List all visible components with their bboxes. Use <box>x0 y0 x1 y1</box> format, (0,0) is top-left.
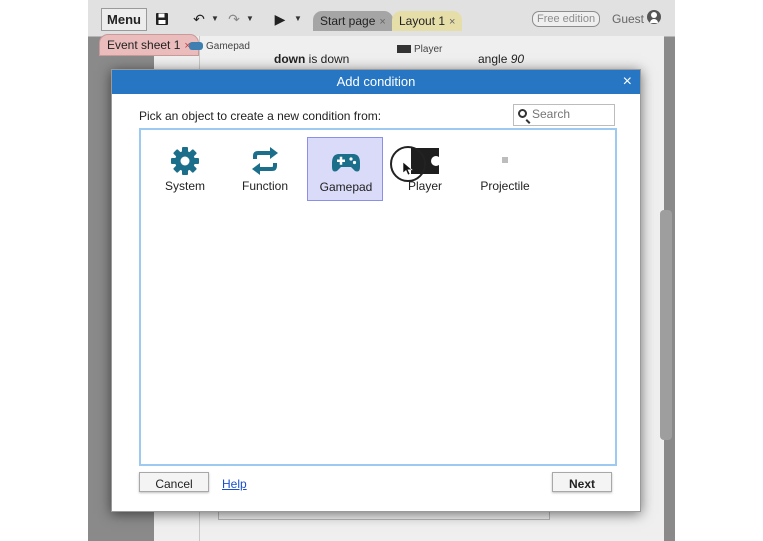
object-label: Player <box>407 179 442 193</box>
tab-label: Event sheet 1 <box>107 38 181 52</box>
cancel-button[interactable]: Cancel <box>139 472 209 492</box>
condition-key: down <box>274 52 306 66</box>
object-list: System Function Gamepad Player Projectil… <box>139 128 617 466</box>
object-label: Function <box>241 179 289 193</box>
background-gamepad-chip: Gamepad <box>189 41 250 52</box>
search-input[interactable] <box>531 106 611 122</box>
edition-badge[interactable]: Free edition <box>532 11 601 27</box>
close-icon[interactable]: × <box>379 16 385 28</box>
redo-icon[interactable]: ↷ <box>225 9 243 29</box>
undo-dropdown-icon[interactable]: ▼ <box>211 9 219 29</box>
object-label: System <box>164 179 205 193</box>
dialog-title: Add condition <box>336 74 416 89</box>
menu-button[interactable]: Menu <box>101 8 147 31</box>
user-account-icon[interactable] <box>647 10 661 24</box>
main-toolbar: Menu ↶ ▼ ↷ ▼ ▶ ▼ Start page × Layout 1 × F… <box>88 0 675 37</box>
search-box[interactable] <box>513 104 615 126</box>
undo-icon[interactable]: ↶ <box>190 9 208 29</box>
search-icon <box>518 109 527 118</box>
player-sprite-icon <box>397 45 411 54</box>
projectile-sprite-icon <box>502 157 508 163</box>
object-label: Gamepad <box>319 180 373 194</box>
function-icon <box>252 147 278 175</box>
play-icon[interactable]: ▶ <box>272 9 288 29</box>
user-name[interactable]: Guest <box>612 11 644 27</box>
dialog-title-bar: Add condition × <box>112 70 640 94</box>
next-button[interactable]: Next <box>552 472 612 492</box>
mouse-pointer-icon <box>403 162 413 176</box>
close-icon[interactable]: × <box>449 16 455 28</box>
tab-layout-1[interactable]: Layout 1 × <box>392 11 463 31</box>
redo-dropdown-icon[interactable]: ▼ <box>246 9 254 29</box>
chip-label: Player <box>414 44 443 55</box>
close-icon[interactable]: × <box>623 70 632 94</box>
help-link[interactable]: Help <box>222 477 247 491</box>
action-prefix: angle <box>478 52 511 66</box>
gamepad-icon <box>332 154 360 172</box>
object-label: Projectile <box>480 179 530 193</box>
add-condition-dialog: Add condition × Pick an object to create… <box>111 69 641 512</box>
background-condition-text: down is down <box>274 52 349 66</box>
background-player-chip: Player <box>397 44 442 55</box>
object-item-function[interactable]: Function <box>227 137 303 201</box>
action-value: 90 <box>510 52 525 66</box>
tab-start-page[interactable]: Start page × <box>313 11 393 31</box>
play-dropdown-icon[interactable]: ▼ <box>294 9 302 29</box>
condition-rest: is down <box>305 52 350 66</box>
object-item-gamepad[interactable]: Gamepad <box>307 137 383 201</box>
dialog-prompt: Pick an object to create a new condition… <box>139 109 382 123</box>
gamepad-icon <box>189 42 203 51</box>
object-item-system[interactable]: System <box>147 137 223 201</box>
save-icon[interactable] <box>152 9 172 29</box>
background-action-text: angle 90 <box>478 52 524 66</box>
gear-icon <box>171 147 199 175</box>
tab-event-sheet-1[interactable]: Event sheet 1 × <box>99 34 199 56</box>
scrollbar-thumb[interactable] <box>660 210 672 440</box>
chip-label: Gamepad <box>206 41 250 52</box>
tab-label: Start page <box>320 14 376 28</box>
tab-label: Layout 1 <box>399 14 446 28</box>
object-item-projectile[interactable]: Projectile <box>467 137 543 201</box>
